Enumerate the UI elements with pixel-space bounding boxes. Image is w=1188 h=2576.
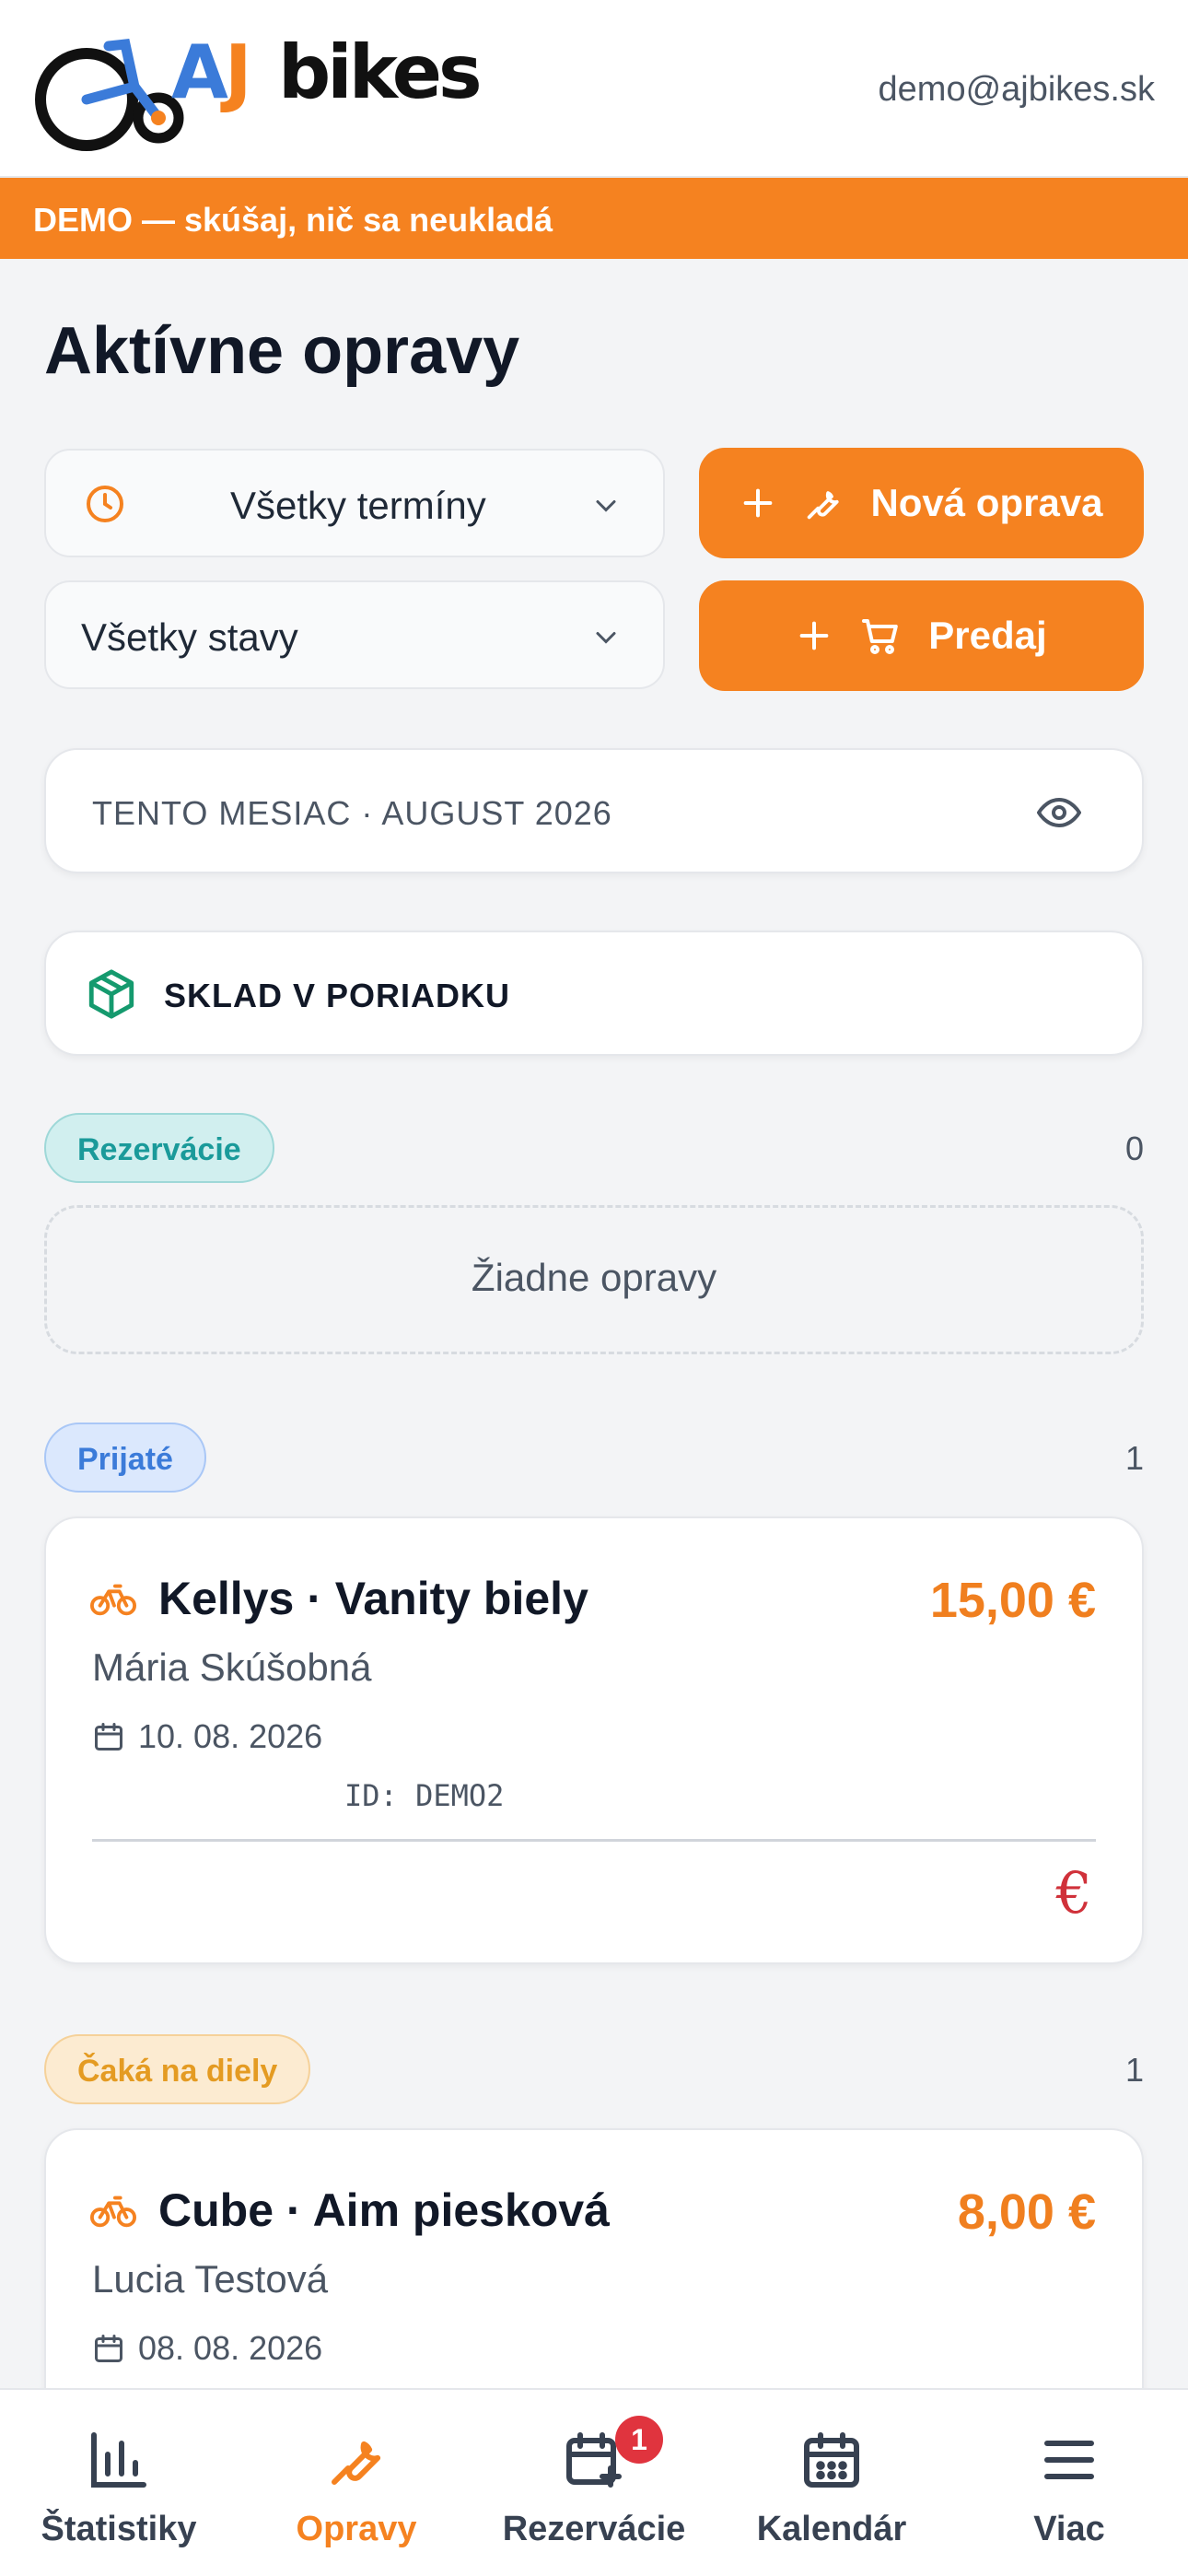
chevron-down-icon [596, 500, 616, 512]
user-email[interactable]: demo@ajbikes.sk [879, 70, 1155, 110]
new-repair-label: Nová oprava [870, 481, 1103, 524]
nav-label: Kalendár [756, 2510, 907, 2548]
section-count-reservations: 0 [1124, 1130, 1144, 1167]
status-filter-select[interactable]: Všetky stavy [44, 580, 665, 689]
page-title: Aktívne opravy [44, 314, 520, 388]
brand-name-bikes: bikes [278, 29, 483, 115]
section-badge-waiting-parts: Čaká na diely [44, 2034, 311, 2104]
term-filter-label: Všetky termíny [230, 484, 486, 527]
package-icon [88, 969, 134, 1019]
cart-icon [862, 619, 899, 654]
new-repair-button[interactable]: Nová oprava [699, 448, 1144, 558]
stock-status-label: SKLAD V PORIADKU [164, 977, 511, 1014]
nav-item-repairs[interactable]: Opravy [238, 2390, 475, 2576]
plus-icon [744, 488, 773, 518]
repair-id: ID: DEMO2 [344, 1778, 505, 1813]
customer-name: Lucia Testová [92, 2257, 329, 2301]
notification-badge: 1 [615, 2416, 663, 2464]
repair-date: 10. 08. 2026 [92, 1717, 322, 1756]
stock-status-card[interactable]: SKLAD V PORIADKU [44, 931, 1144, 1056]
section-count-received: 1 [1124, 1439, 1144, 1477]
clock-icon [87, 486, 123, 522]
sale-label: Predaj [928, 614, 1047, 657]
repair-title: Cube · Aim piesková [158, 2184, 610, 2236]
repair-price: 15,00 € [929, 1573, 1096, 1628]
nav-item-reservations[interactable]: 1 Rezervácie [475, 2390, 713, 2576]
nav-label: Rezervácie [502, 2510, 686, 2548]
card-divider [92, 1839, 1096, 1842]
month-summary-label: TENTO MESIAC · AUGUST 2026 [92, 794, 612, 832]
nav-item-statistics[interactable]: Štatistiky [0, 2390, 238, 2576]
brand-name: AJ [171, 29, 252, 115]
eye-icon[interactable] [1037, 794, 1081, 831]
month-summary-card[interactable]: TENTO MESIAC · AUGUST 2026 [44, 748, 1144, 873]
customer-name: Mária Skúšobná [92, 1645, 372, 1689]
bar-chart-icon [91, 2432, 146, 2488]
calendar-icon [95, 1723, 122, 1751]
repair-date: 08. 08. 2026 [92, 2329, 322, 2368]
bicycle-icon [90, 2195, 136, 2228]
calendar-icon [95, 2335, 122, 2362]
bottom-navigation: Štatistiky Opravy 1 Rezervácie Kalendár … [0, 2388, 1188, 2576]
calendar-icon [804, 2432, 859, 2488]
sale-button[interactable]: Predaj [699, 580, 1144, 691]
menu-icon [1044, 2441, 1094, 2479]
wrench-icon [808, 491, 840, 520]
repair-title: Kellys · Vanity biely [158, 1573, 588, 1624]
nav-label: Štatistiky [41, 2510, 197, 2548]
repair-price: 8,00 € [957, 2184, 1096, 2240]
repair-date-text: 08. 08. 2026 [138, 2329, 323, 2367]
euro-icon[interactable]: € [1056, 1859, 1092, 1926]
repair-card[interactable]: Kellys · Vanity biely 15,00 € Mária Skúš… [44, 1516, 1144, 1964]
term-filter-select[interactable]: Všetky termíny [44, 449, 665, 557]
section-badge-received: Prijaté [44, 1423, 206, 1493]
section-count-waiting-parts: 1 [1124, 2051, 1144, 2089]
plus-icon [799, 621, 829, 650]
repair-date-text: 10. 08. 2026 [138, 1717, 323, 1755]
demo-banner: DEMO — skúšaj, nič sa neukladá [0, 178, 1188, 259]
section-badge-reservations: Rezervácie [44, 1113, 274, 1183]
nav-item-calendar[interactable]: Kalendár [713, 2390, 950, 2576]
wrench-icon [332, 2441, 381, 2485]
chevron-down-icon [596, 632, 616, 644]
bicycle-icon [90, 1584, 136, 1616]
app-header: AJ bikes demo@ajbikes.sk [0, 0, 1188, 178]
nav-label: Opravy [296, 2510, 417, 2548]
empty-state: Žiadne opravy [44, 1205, 1144, 1354]
status-filter-label: Všetky stavy [81, 615, 298, 659]
nav-label: Viac [1033, 2510, 1105, 2548]
nav-item-more[interactable]: Viac [950, 2390, 1188, 2576]
